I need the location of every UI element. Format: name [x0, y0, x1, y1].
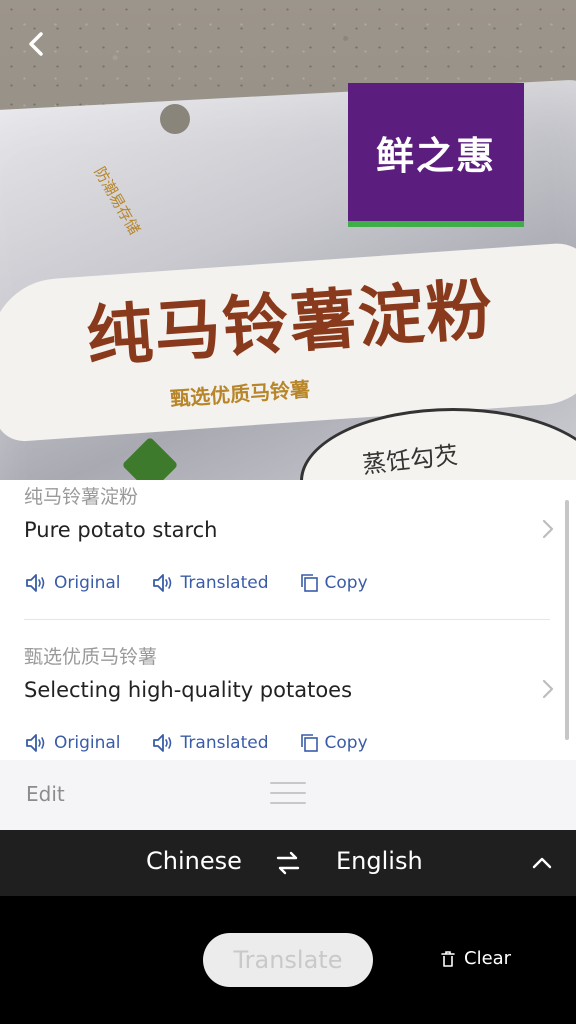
clear-button[interactable]: Clear — [440, 948, 511, 969]
copy-label: Copy — [324, 733, 368, 753]
bottom-bar: Translate Clear — [0, 896, 576, 1024]
drag-handle-line — [270, 802, 306, 804]
copy-icon — [300, 574, 318, 592]
translation-results[interactable]: 纯马铃薯淀粉 Pure potato starch Original Trans… — [0, 480, 576, 760]
brand-logo: 鲜之惠 — [348, 83, 524, 227]
drag-handle-line — [270, 792, 306, 794]
copy-button[interactable]: Copy — [299, 732, 368, 754]
play-translated-label: Translated — [180, 573, 269, 593]
result-detail-button[interactable] — [536, 674, 560, 704]
play-original-button[interactable]: Original — [24, 572, 121, 594]
language-bar: Chinese English — [0, 830, 576, 896]
play-original-button[interactable]: Original — [24, 732, 121, 754]
play-translated-button[interactable]: Translated — [151, 572, 269, 594]
translate-button[interactable]: Translate — [203, 933, 373, 987]
clear-label: Clear — [464, 948, 512, 969]
speaker-icon — [152, 734, 171, 752]
chevron-right-icon — [542, 679, 554, 699]
results-scrollbar[interactable] — [565, 500, 569, 740]
camera-photo: 鲜之惠 防潮易存储 纯马铃薯淀粉 甄选优质马铃薯 蒸饪勾芡 — [0, 0, 576, 480]
back-button[interactable] — [18, 26, 54, 62]
chevron-left-icon — [29, 32, 43, 56]
translated-text: Selecting high-quality potatoes — [24, 678, 353, 702]
play-original-label: Original — [54, 573, 121, 593]
chevron-right-icon — [542, 519, 554, 539]
copy-button[interactable]: Copy — [299, 572, 368, 594]
expand-panel-button[interactable] — [528, 850, 556, 876]
edit-bar: Edit — [0, 760, 576, 830]
speaker-icon — [152, 574, 171, 592]
swap-icon — [276, 851, 300, 875]
result-item[interactable]: 纯马铃薯淀粉 Pure potato starch Original Trans… — [0, 480, 576, 640]
drag-handle[interactable] — [270, 782, 306, 808]
play-translated-label: Translated — [180, 733, 269, 753]
source-text: 甄选优质马铃薯 — [24, 646, 158, 668]
speaker-icon — [26, 574, 45, 592]
brand-logo-text: 鲜之惠 — [375, 132, 496, 178]
swap-languages-button[interactable] — [274, 850, 302, 876]
copy-icon — [300, 734, 318, 752]
result-item[interactable]: 甄选优质马铃薯 Selecting high-quality potatoes … — [0, 640, 576, 760]
speaker-icon — [26, 734, 45, 752]
result-actions: Original Translated Copy — [24, 568, 398, 598]
source-language-button[interactable]: Chinese — [146, 847, 242, 875]
drag-handle-line — [270, 782, 306, 784]
play-translated-button[interactable]: Translated — [151, 732, 269, 754]
edit-button[interactable]: Edit — [26, 782, 65, 806]
copy-label: Copy — [324, 573, 368, 593]
trash-icon — [441, 950, 455, 967]
source-text: 纯马铃薯淀粉 — [24, 486, 139, 508]
result-detail-button[interactable] — [536, 514, 560, 544]
result-actions: Original Translated Copy — [24, 728, 398, 758]
target-language-button[interactable]: English — [336, 847, 423, 875]
translated-text: Pure potato starch — [24, 518, 218, 542]
bag-hang-hole — [160, 104, 190, 134]
play-original-label: Original — [54, 733, 121, 753]
chevron-up-icon — [532, 857, 552, 869]
divider — [24, 619, 550, 620]
